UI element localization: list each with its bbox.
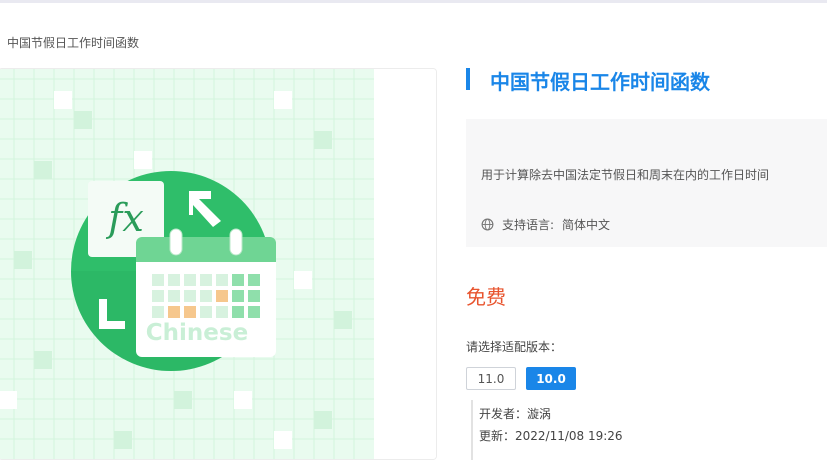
version-option-10-selected[interactable]: 10.0 (526, 367, 576, 390)
language-label: 支持语言: (502, 218, 555, 232)
product-title: 中国节假日工作时间函数 (490, 70, 710, 94)
product-description: 用于计算除去中国法定节假日和周末在内的工作日时间 (481, 168, 770, 182)
product-preview-image: fx Chinese (0, 68, 437, 460)
developer-info: 开发者：漩涡 (479, 407, 552, 421)
language-row: 支持语言: 简体中文 (481, 216, 610, 233)
update-time: 更新：2022/11/08 19:26 (479, 429, 623, 443)
language-value: 简体中文 (562, 218, 611, 232)
description-box: 用于计算除去中国法定节假日和周末在内的工作日时间 支持语言: 简体中文 (466, 119, 827, 247)
meta-info: 开发者：漩涡 更新：2022/11/08 19:26 (471, 400, 771, 460)
version-option-11[interactable]: 11.0 (466, 367, 516, 390)
top-border (0, 0, 827, 3)
chinese-watermark: Chinese (146, 320, 248, 346)
preview-illustration: fx Chinese (0, 69, 436, 459)
globe-icon (481, 218, 494, 231)
fx-label: fx (105, 196, 144, 240)
title-accent-bar (466, 68, 470, 90)
breadcrumb[interactable]: 中国节假日工作时间函数 (7, 34, 139, 51)
version-select-label: 请选择适配版本： (466, 340, 563, 354)
price-label: 免费 (466, 285, 506, 309)
